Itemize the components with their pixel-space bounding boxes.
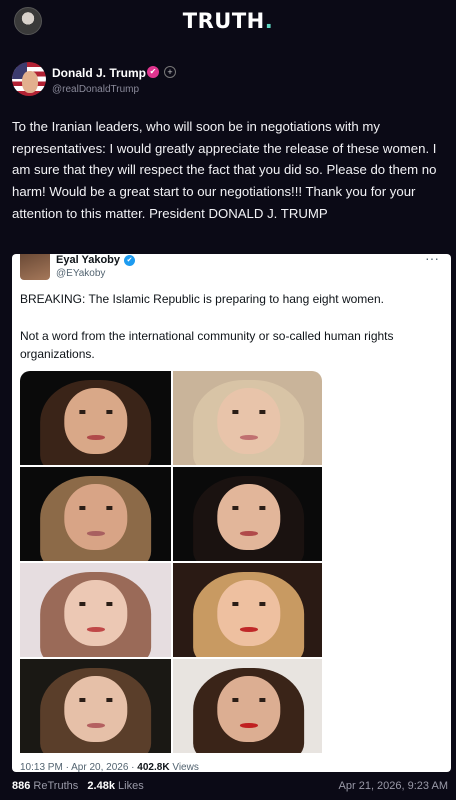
post-stats: 886 ReTruths 2.48k Likes Apr 21, 2026, 9…: [12, 780, 452, 796]
photo-4[interactable]: [173, 467, 322, 561]
top-bar: TRUTH.: [0, 0, 456, 44]
quote-author-avatar[interactable]: [20, 254, 50, 280]
photo-7[interactable]: [20, 659, 171, 753]
quote-views-label: Views: [169, 762, 199, 772]
blue-check-icon: ✔: [124, 255, 135, 266]
retruths-count[interactable]: 886: [12, 780, 30, 792]
breaking-label: BREAKING:: [20, 292, 86, 306]
photo-8[interactable]: [173, 659, 322, 753]
photo-1[interactable]: [20, 371, 171, 465]
author-handle[interactable]: @realDonaldTrump: [52, 84, 139, 95]
quote-author-name[interactable]: Eyal Yakoby: [56, 254, 120, 266]
retruths-label[interactable]: ReTruths: [33, 780, 78, 792]
photo-grid[interactable]: [20, 371, 322, 767]
post-date: Apr 21, 2026, 9:23 AM: [338, 780, 448, 792]
quote-text-rest: The Islamic Republic is preparing to han…: [85, 292, 384, 306]
plus-icon[interactable]: +: [164, 66, 176, 78]
quoted-post-card[interactable]: Eyal Yakoby ✔ @EYakoby ··· BREAKING: The…: [12, 254, 451, 772]
post-text: To the Iranian leaders, who will soon be…: [12, 119, 437, 221]
photo-3[interactable]: [20, 467, 171, 561]
logo-text: TRUTH: [182, 9, 265, 33]
photo-6[interactable]: [173, 563, 322, 657]
verified-badge-icon: ✔: [147, 66, 159, 78]
author-avatar[interactable]: [12, 62, 46, 96]
quote-timestamp: 10:13 PM · Apr 20, 2026 ·: [20, 762, 138, 772]
more-options-icon[interactable]: ···: [425, 254, 439, 266]
post-author: Donald J. Trump ✔ + @realDonaldTrump: [12, 62, 442, 98]
quote-author-handle[interactable]: @EYakoby: [56, 268, 105, 279]
author-name[interactable]: Donald J. Trump: [52, 66, 146, 80]
app-logo[interactable]: TRUTH.: [0, 9, 456, 33]
photo-5[interactable]: [20, 563, 171, 657]
logo-dot: .: [264, 9, 274, 33]
likes-label[interactable]: Likes: [118, 780, 144, 792]
photo-2[interactable]: [173, 371, 322, 465]
quote-text-line2: Not a word from the international commun…: [20, 329, 394, 361]
quote-footer: 10:13 PM · Apr 20, 2026 · 402.8K Views: [20, 762, 199, 772]
quote-views-count: 402.8K: [137, 762, 170, 772]
likes-count[interactable]: 2.48k: [87, 780, 115, 792]
quote-text-line1: BREAKING: The Islamic Republic is prepar…: [20, 292, 384, 306]
